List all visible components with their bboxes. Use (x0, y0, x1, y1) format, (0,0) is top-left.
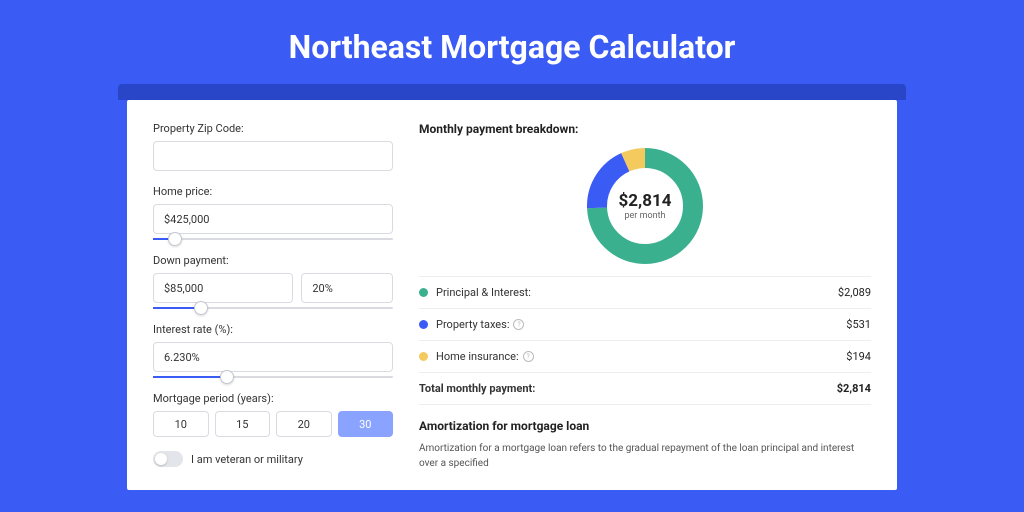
info-icon[interactable]: ? (523, 351, 534, 362)
legend-label: Principal & Interest: (436, 286, 838, 299)
calculator-card: Property Zip Code: Home price: Down paym… (127, 100, 897, 490)
veteran-toggle[interactable] (153, 451, 183, 467)
veteran-row: I am veteran or military (153, 451, 393, 467)
legend-label: Property taxes:? (436, 318, 846, 331)
period-field-group: Mortgage period (years): 10152030 (153, 392, 393, 437)
legend-row: Principal & Interest:$2,089 (419, 277, 871, 309)
zip-label: Property Zip Code: (153, 122, 393, 135)
price-field-group: Home price: (153, 185, 393, 240)
price-label: Home price: (153, 185, 393, 198)
total-label: Total monthly payment: (419, 382, 837, 395)
donut-sub: per month (624, 211, 665, 221)
price-slider[interactable] (153, 238, 393, 240)
rate-slider-thumb[interactable] (220, 370, 234, 384)
period-option-30[interactable]: 30 (338, 411, 394, 437)
legend-dot (419, 352, 428, 361)
rate-field-group: Interest rate (%): (153, 323, 393, 378)
period-option-20[interactable]: 20 (276, 411, 332, 437)
donut-center: $2,814 per month (585, 146, 705, 266)
down-label: Down payment: (153, 254, 393, 267)
donut-chart-wrap: $2,814 per month (419, 146, 871, 266)
legend-label: Home insurance:? (436, 350, 846, 363)
info-icon[interactable]: ? (513, 319, 524, 330)
breakdown-title: Monthly payment breakdown: (419, 122, 871, 136)
zip-field-group: Property Zip Code: (153, 122, 393, 171)
rate-slider-fill (153, 376, 227, 378)
price-slider-thumb[interactable] (168, 232, 182, 246)
price-input[interactable] (153, 204, 393, 234)
legend-value: $531 (846, 318, 871, 331)
amortization-section: Amortization for mortgage loan Amortizat… (419, 419, 871, 471)
rate-label: Interest rate (%): (153, 323, 393, 336)
legend-row: Home insurance:?$194 (419, 341, 871, 373)
rate-input[interactable] (153, 342, 393, 372)
legend: Principal & Interest:$2,089Property taxe… (419, 276, 871, 405)
toggle-knob (155, 453, 167, 465)
period-label: Mortgage period (years): (153, 392, 393, 405)
page-title: Northeast Mortgage Calculator (0, 0, 1024, 84)
legend-dot (419, 288, 428, 297)
legend-value: $194 (846, 350, 871, 363)
veteran-label: I am veteran or military (191, 453, 303, 466)
zip-input[interactable] (153, 141, 393, 171)
legend-dot (419, 320, 428, 329)
legend-row: Property taxes:?$531 (419, 309, 871, 341)
down-percent-input[interactable] (301, 273, 393, 303)
amortization-text: Amortization for a mortgage loan refers … (419, 441, 871, 471)
card-shadow (118, 84, 906, 100)
period-option-15[interactable]: 15 (215, 411, 271, 437)
rate-slider[interactable] (153, 376, 393, 378)
legend-total-row: Total monthly payment:$2,814 (419, 373, 871, 405)
total-value: $2,814 (837, 382, 871, 395)
form-panel: Property Zip Code: Home price: Down paym… (153, 122, 393, 490)
down-field-group: Down payment: (153, 254, 393, 309)
donut-chart: $2,814 per month (585, 146, 705, 266)
legend-value: $2,089 (838, 286, 871, 299)
amortization-title: Amortization for mortgage loan (419, 419, 871, 433)
down-slider-thumb[interactable] (194, 301, 208, 315)
donut-value: $2,814 (619, 191, 672, 211)
breakdown-panel: Monthly payment breakdown: $2,814 per mo… (419, 122, 871, 490)
down-amount-input[interactable] (153, 273, 293, 303)
period-option-10[interactable]: 10 (153, 411, 209, 437)
down-slider[interactable] (153, 307, 393, 309)
period-segmented: 10152030 (153, 411, 393, 437)
